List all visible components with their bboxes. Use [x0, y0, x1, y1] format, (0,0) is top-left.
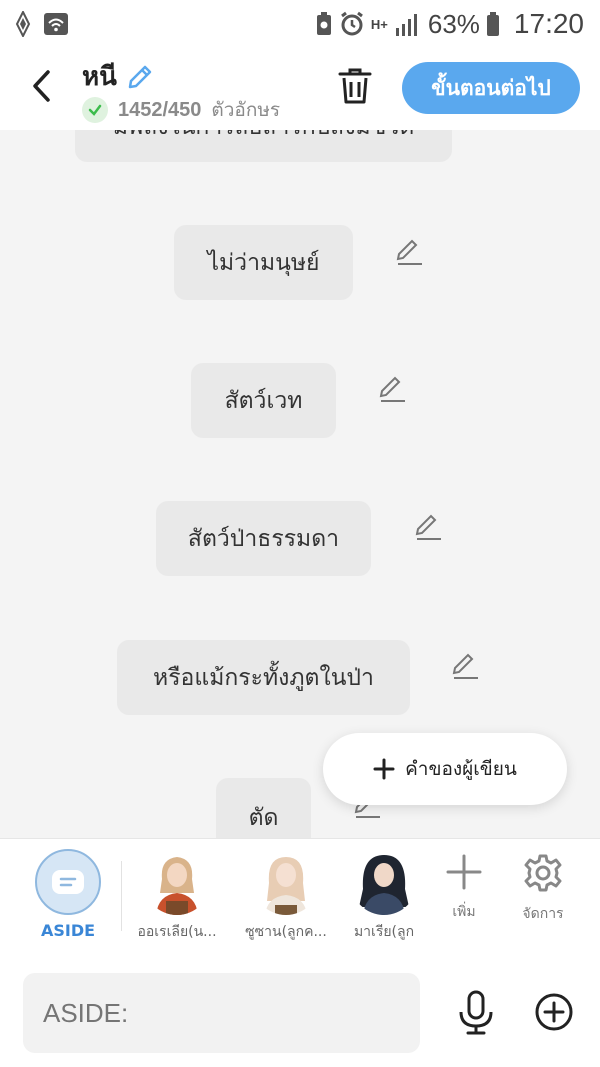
edit-message-icon[interactable] — [377, 374, 407, 404]
battery-saver-icon — [316, 12, 331, 35]
writer-note-label: คำของผู้เขียน — [405, 758, 517, 780]
chat-area[interactable]: มีพลังในการสื่อสารกับสิ่งมีชีวิต ไม่ว่าม… — [0, 130, 600, 838]
edit-message-icon[interactable] — [450, 651, 480, 681]
message-bubble[interactable]: สัตว์ป่าธรรมดา — [156, 501, 371, 576]
back-button[interactable] — [26, 66, 56, 106]
status-bar: H+ 63% 17:20 — [0, 0, 600, 48]
trash-icon — [338, 68, 372, 104]
character-label: ออเรเลีย(น... — [137, 924, 217, 940]
message-bubble[interactable]: หรือแม้กระทั้งภูตในป่า — [117, 640, 410, 715]
plus-icon — [446, 854, 482, 890]
message-bubble[interactable]: ตัด — [216, 778, 311, 838]
next-step-button[interactable]: ขั้นตอนต่อไป — [402, 62, 580, 114]
avatar — [351, 849, 417, 915]
header: หนี 1452/450 ตัวอักษร ขั้นตอนต่อไป — [0, 48, 600, 130]
avatar — [253, 849, 319, 915]
manage-characters-button[interactable]: จัดการ — [511, 853, 575, 925]
aside-avatar — [35, 849, 101, 915]
add-label: เพิ่ม — [452, 904, 476, 920]
message-bubble[interactable]: ไม่ว่ามนุษย์ — [174, 225, 353, 300]
avatar — [144, 849, 210, 915]
manage-label: จัดการ — [522, 906, 564, 922]
edit-message-icon[interactable] — [413, 512, 443, 542]
add-writer-note-button[interactable]: คำของผู้เขียน — [323, 733, 567, 805]
network-type: H+ — [370, 16, 388, 32]
delete-button[interactable] — [336, 66, 374, 106]
character-maria[interactable]: มาเรีย(ลูก — [334, 849, 434, 943]
microphone-icon — [459, 990, 493, 1035]
edit-message-icon[interactable] — [394, 237, 424, 267]
edit-title-icon[interactable] — [125, 62, 155, 92]
gear-icon — [524, 854, 562, 892]
narration-icon — [52, 870, 84, 894]
signal-icon — [395, 14, 417, 36]
add-character-button[interactable]: เพิ่ม — [432, 853, 496, 923]
clock: 17:20 — [513, 8, 584, 39]
character-label: ซูซาน(ลูกค... — [245, 924, 327, 940]
plus-icon — [373, 758, 395, 780]
app-logo-icon — [15, 11, 31, 37]
character-susan[interactable]: ซูซาน(ลูกค... — [236, 849, 336, 943]
battery-icon — [486, 12, 499, 36]
character-label: มาเรีย(ลูก — [353, 924, 415, 940]
check-icon — [82, 97, 108, 123]
character-count: 1452/450 ตัวอักษร — [82, 95, 280, 125]
count-suffix: ตัวอักษร — [211, 99, 281, 121]
message-bubble[interactable]: สัตว์เวท — [191, 363, 336, 438]
voice-input-button[interactable] — [456, 990, 496, 1036]
message-input[interactable] — [23, 973, 420, 1053]
wifi-icon — [44, 13, 68, 35]
chevron-left-icon — [33, 70, 50, 102]
input-bar — [0, 960, 600, 1067]
character-aside[interactable]: ASIDE — [18, 849, 118, 940]
character-aurelia[interactable]: ออเรเลีย(น... — [127, 849, 227, 943]
battery-percent: 63% — [427, 8, 480, 39]
character-bar: ASIDE ออเรเลีย(น... ซูซาน(ลูกค... มาเรีย… — [0, 838, 600, 960]
attach-button[interactable] — [534, 992, 574, 1032]
character-label: ASIDE — [40, 921, 96, 940]
count-value: 1452/450 — [118, 98, 202, 121]
divider — [121, 861, 122, 931]
message-bubble[interactable]: มีพลังในการสื่อสารกับสิ่งมีชีวิต — [75, 130, 452, 162]
story-title: หนี — [82, 56, 155, 97]
plus-circle-icon — [535, 993, 573, 1031]
story-title-text: หนี — [82, 62, 117, 92]
alarm-icon — [340, 11, 363, 36]
